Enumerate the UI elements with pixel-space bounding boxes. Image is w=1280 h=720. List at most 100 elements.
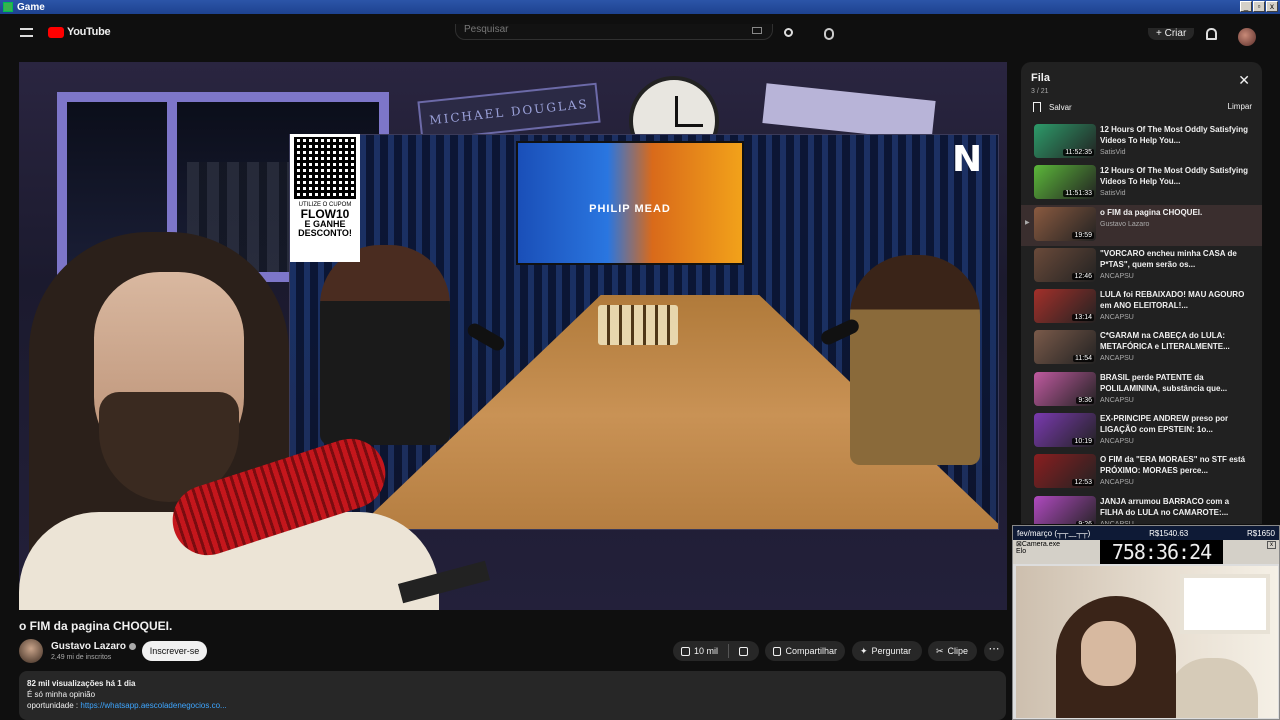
queue-list: 11:52:35 12 Hours Of The Most Oddly Satis… (1021, 122, 1262, 524)
podcast-host-right (850, 255, 980, 465)
video-thumbnail[interactable]: 11:52:35 (1034, 124, 1096, 158)
video-thumbnail[interactable]: 12:53 (1034, 454, 1096, 489)
description-link[interactable]: https://whatsapp.aescoladenegocios.co... (80, 701, 226, 710)
more-actions-button[interactable]: ⋯ (984, 641, 1004, 661)
description-box[interactable]: 82 mil visualizações há 1 dia É só minha… (19, 671, 1006, 720)
verified-icon (129, 642, 137, 650)
queue-video-title[interactable]: BRASIL perde PATENTE da POLILAMININA, su… (1100, 372, 1250, 394)
dislike-icon[interactable] (739, 646, 749, 656)
channel-watermark-icon: N (952, 139, 983, 180)
queue-item[interactable]: 9:26 JANJA arrumou BARRACO com a FILHA do… (1021, 494, 1262, 524)
clip-button[interactable]: ✂ Clipe (928, 641, 977, 661)
description-link-line: oportunidade : https://whatsapp.aescolad… (27, 701, 227, 710)
bookmark-icon (1033, 102, 1041, 112)
youtube-logo[interactable]: YouTube (48, 26, 111, 38)
queue-video-title[interactable]: o FIM da pagina CHOQUEI. (1100, 207, 1250, 218)
video-thumbnail[interactable]: 9:26 (1034, 495, 1096, 524)
description-line: É só minha opinião (27, 690, 96, 699)
queue-video-title[interactable]: 12 Hours Of The Most Oddly Satisfying Vi… (1100, 124, 1250, 146)
queue-channel-name: Gustavo Lazaro (1100, 220, 1150, 228)
queue-channel-name: ANCAPSU (1100, 314, 1134, 322)
minimize-button[interactable]: _ (1240, 1, 1252, 12)
video-player[interactable]: MICHAEL DOUGLAS PHILIP MEAD N UTILIZE O … (19, 62, 1007, 610)
menu-icon[interactable] (20, 28, 33, 37)
queue-item[interactable]: 13:14 LULA foi REBAIXADO! MAU AGOURO em A… (1021, 287, 1262, 328)
duration-badge: 11:54 (1073, 355, 1094, 363)
queue-item[interactable]: 10:19 EX-PRINCIPE ANDREW preso por LIGAÇÃ… (1021, 411, 1262, 452)
queue-channel-name: ANCAPSU (1100, 521, 1250, 524)
queue-video-title[interactable]: LULA foi REBAIXADO! MAU AGOURO em ANO EL… (1100, 289, 1250, 311)
subathon-timer: 758:36:24 (1100, 540, 1223, 564)
sparkle-icon: ✦ (860, 645, 868, 656)
queue-channel-name: ANCAPSU (1100, 479, 1134, 487)
queue-video-title[interactable]: JANJA arrumou BARRACO com a FILHA do LUL… (1100, 496, 1250, 518)
close-icon[interactable]: ✕ (1238, 73, 1250, 87)
queue-video-title[interactable]: O FIM da "ERA MORAES" no STF está PRÓXIM… (1100, 454, 1250, 476)
bottles (598, 305, 678, 345)
close-button[interactable]: x (1266, 1, 1278, 12)
queue-video-title[interactable]: "VORCARO encheu minha CASA de P*TAS", qu… (1100, 248, 1250, 270)
duration-badge: 10:19 (1072, 438, 1094, 446)
duration-badge: 9:36 (1076, 396, 1094, 404)
queue-video-title[interactable]: 12 Hours Of The Most Oddly Satisfying Vi… (1100, 165, 1250, 187)
window-controls: _ ▫ x (1240, 1, 1278, 12)
share-button[interactable]: Compartilhar (765, 641, 845, 661)
queue-channel-name: SatisVid (1100, 190, 1126, 198)
search-placeholder: Pesquisar (464, 24, 509, 35)
youtube-play-icon (48, 26, 64, 38)
like-count[interactable]: 10 mil (694, 646, 718, 656)
like-dislike-group: 10 mil (673, 641, 759, 661)
create-button[interactable]: + Criar (1148, 28, 1195, 40)
account-avatar[interactable] (1238, 28, 1256, 46)
duration-badge: 11:51:33 (1063, 190, 1094, 198)
video-thumbnail[interactable]: 12:46 (1034, 247, 1096, 282)
queue-item[interactable]: 11:51:33 12 Hours Of The Most Oddly Satis… (1021, 163, 1262, 204)
video-thumbnail[interactable]: 19:59 (1034, 206, 1096, 241)
queue-channel-name: SatisVid (1100, 149, 1126, 156)
ask-button[interactable]: ✦ Perguntar (852, 641, 922, 661)
maximize-button[interactable]: ▫ (1253, 1, 1265, 12)
app-icon (3, 2, 13, 12)
second-webcam (1016, 566, 1278, 718)
video-thumbnail[interactable]: 10:19 (1034, 413, 1096, 448)
video-thumbnail[interactable]: 13:14 (1034, 289, 1096, 324)
share-icon (773, 646, 782, 656)
duration-badge: 13:14 (1072, 314, 1094, 322)
search-input[interactable]: Pesquisar (455, 24, 773, 40)
tv-screen: PHILIP MEAD (516, 141, 744, 265)
subscribe-button[interactable]: Inscrever-se (142, 641, 207, 661)
subscriber-count: 2,49 mi de inscritos (51, 654, 112, 661)
queue-video-title[interactable]: EX-PRINCIPE ANDREW preso por LIGAÇÃO com… (1100, 413, 1250, 435)
video-title: o FIM da pagina CHOQUEI. (19, 619, 173, 633)
queue-item[interactable]: ▶ 19:59 o FIM da pagina CHOQUEI. Gustavo La… (1021, 204, 1262, 246)
video-thumbnail[interactable]: 11:51:33 (1034, 165, 1096, 200)
duration-badge: 19:59 (1072, 231, 1094, 239)
save-queue-button[interactable]: Salvar (1033, 102, 1072, 112)
queue-channel-name: ANCAPSU (1100, 355, 1134, 363)
queue-item[interactable]: 11:54 C*GARAM na CABEÇA do LULA: METAFÓRI… (1021, 328, 1262, 369)
search-icon (784, 28, 793, 37)
channel-name[interactable]: Gustavo Lazaro (51, 641, 137, 652)
clear-queue-button[interactable]: Limpar (1228, 102, 1252, 111)
window-title: Game (17, 1, 45, 13)
video-thumbnail[interactable]: 11:54 (1034, 330, 1096, 365)
voice-search-icon[interactable] (824, 28, 834, 40)
notifications-icon[interactable] (1206, 28, 1217, 40)
close-icon[interactable]: x (1267, 541, 1276, 549)
queue-item[interactable]: 9:36 BRASIL perde PATENTE da POLILAMININA… (1021, 370, 1262, 411)
keyboard-icon[interactable] (752, 27, 762, 34)
qr-code (294, 137, 356, 199)
queue-item[interactable]: 12:53 O FIM da "ERA MORAES" no STF está P… (1021, 452, 1262, 493)
queue-channel-name: ANCAPSU (1100, 272, 1134, 280)
duration-badge: 11:52:35 (1063, 149, 1094, 156)
queue-video-title[interactable]: C*GARAM na CABEÇA do LULA: METAFÓRICA e … (1100, 330, 1250, 352)
queue-item[interactable]: 11:52:35 12 Hours Of The Most Oddly Satis… (1021, 122, 1262, 163)
stream-overlay: fev/março (┬┬﹏┬┬) R$1540.63 R$1650 ⊠Came… (1012, 525, 1280, 720)
channel-avatar[interactable] (19, 639, 43, 663)
duration-badge: 12:46 (1072, 272, 1094, 280)
search-button[interactable] (776, 28, 802, 40)
video-thumbnail[interactable]: 9:36 (1034, 371, 1096, 406)
queue-item[interactable]: 12:46 "VORCARO encheu minha CASA de P*TAS… (1021, 246, 1262, 287)
like-icon[interactable] (681, 646, 690, 656)
queue-channel-name: ANCAPSU (1100, 438, 1134, 446)
